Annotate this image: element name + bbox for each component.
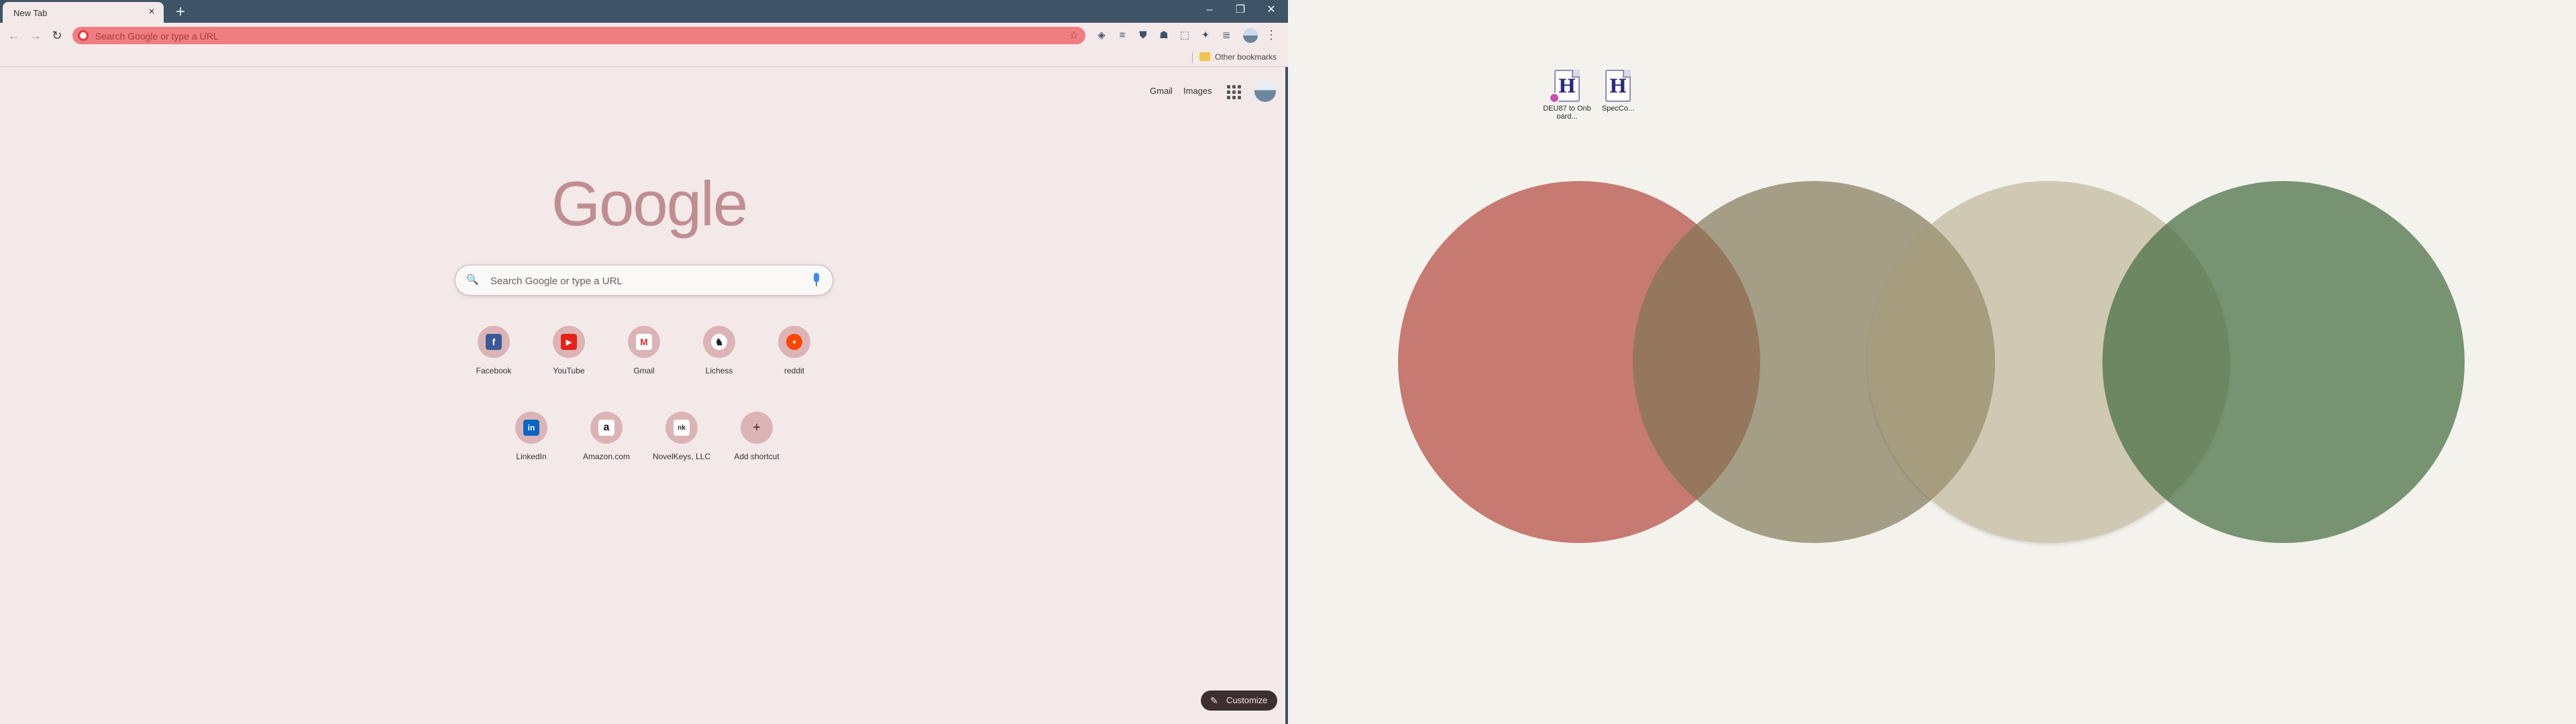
gmail-icon: M — [636, 334, 652, 350]
shortcut-amazon[interactable]: a Amazon.com — [569, 402, 644, 476]
shortcut-novelkeys[interactable]: nk NovelKeys, LLC — [644, 402, 719, 476]
extensions-puzzle-icon[interactable]: ✦ — [1197, 27, 1214, 44]
amazon-icon: a — [598, 420, 614, 436]
close-window-button[interactable]: ✕ — [1256, 0, 1287, 20]
facebook-icon: f — [486, 334, 502, 350]
ntp-search-placeholder: Search Google or type a URL — [490, 276, 623, 287]
extension-icon[interactable]: ≡ — [1114, 27, 1130, 44]
logo-letter: g — [666, 168, 702, 239]
customize-button[interactable]: ✎ Customize — [1201, 690, 1277, 711]
customize-label: Customize — [1226, 695, 1268, 705]
lichess-icon: ♞ — [711, 334, 727, 350]
address-bar-placeholder: Search Google or type a URL — [95, 31, 219, 42]
logo-letter: o — [633, 168, 667, 239]
desktop-file-label: SpecCo... — [1601, 105, 1635, 113]
shortcut-label: NovelKeys, LLC — [652, 452, 711, 461]
shortcut-tile: a — [590, 412, 623, 444]
google-apps-icon[interactable] — [1225, 83, 1241, 99]
maximize-button[interactable]: ❐ — [1225, 0, 1256, 20]
shortcut-tile: M — [628, 326, 660, 358]
shortcut-label: Lichess — [705, 366, 733, 375]
html-file-icon: H — [1549, 70, 1580, 103]
shortcut-tile: ♞ — [703, 326, 735, 358]
shortcut-facebook[interactable]: f Facebook — [456, 316, 531, 390]
shortcut-youtube[interactable]: ▶ YouTube — [531, 316, 606, 390]
google-g-icon — [78, 30, 89, 41]
shortcut-tile: + — [741, 412, 773, 444]
tab-title: New Tab — [13, 8, 48, 18]
desktop-file-icon[interactable]: H SpecCo... — [1594, 70, 1642, 113]
shortcut-lichess[interactable]: ♞ Lichess — [682, 316, 757, 390]
extension-icon[interactable]: ⬚ — [1177, 27, 1193, 44]
folder-icon — [1199, 52, 1210, 61]
shortcut-tile: nk — [665, 412, 698, 444]
address-bar[interactable]: Search Google or type a URL ☆ — [72, 27, 1085, 44]
shortcut-tile: f — [478, 326, 510, 358]
linkedin-icon: in — [523, 420, 539, 436]
wallpaper-circle-green — [2102, 181, 2465, 543]
shortcut-label: YouTube — [553, 366, 585, 375]
shortcut-tile: ▶ — [553, 326, 585, 358]
shortcut-linkedin[interactable]: in LinkedIn — [494, 402, 569, 476]
bookmarks-separator — [1192, 52, 1193, 63]
shortcut-label: Add shortcut — [734, 452, 780, 461]
other-bookmarks[interactable]: Other bookmarks — [1215, 52, 1277, 62]
forward-button[interactable]: → — [27, 27, 44, 44]
logo-letter: o — [599, 168, 634, 239]
search-icon: 🔍 — [466, 274, 479, 286]
logo-letter: G — [551, 168, 600, 239]
html-file-icon: H — [1605, 70, 1631, 102]
images-link[interactable]: Images — [1183, 86, 1212, 96]
bookmark-star-icon[interactable]: ☆ — [1069, 29, 1079, 42]
shortcut-reddit[interactable]: ● reddit — [757, 316, 832, 390]
reload-button[interactable]: ↻ — [48, 27, 66, 44]
new-tab-button[interactable]: + — [172, 3, 189, 21]
back-button[interactable]: ← — [5, 27, 23, 44]
logo-letter: l — [700, 168, 714, 239]
shortcut-label: Gmail — [633, 366, 655, 375]
desktop-file-label: DEU87 to Onboard... — [1543, 105, 1591, 121]
logo-letter: e — [712, 168, 748, 239]
shortcut-tile: ● — [778, 326, 810, 358]
add-shortcut-button[interactable]: + Add shortcut — [719, 402, 794, 476]
shortcut-label: Amazon.com — [582, 452, 631, 461]
extension-icon[interactable]: ◈ — [1093, 27, 1110, 44]
ntp-search-box[interactable]: 🔍 Search Google or type a URL — [455, 265, 833, 296]
tab-new-tab[interactable]: New Tab × — [3, 2, 164, 23]
novelkeys-icon: nk — [674, 420, 690, 436]
account-avatar[interactable] — [1254, 80, 1276, 102]
browser-menu-icon[interactable]: ⋮ — [1264, 27, 1279, 43]
pencil-icon: ✎ — [1210, 695, 1218, 706]
extension-icon[interactable]: ⛊ — [1135, 27, 1151, 44]
toolbar: ← → ↻ Search Google or type a URL ☆ ◈ ≡ … — [0, 23, 1288, 47]
microphone-icon[interactable] — [812, 273, 820, 288]
youtube-icon: ▶ — [561, 334, 577, 350]
google-logo: Google — [551, 168, 748, 240]
minimize-button[interactable]: – — [1194, 0, 1225, 20]
shortcut-gmail[interactable]: M Gmail — [606, 316, 682, 390]
plus-icon: + — [753, 420, 761, 435]
extension-icon[interactable]: ☗ — [1156, 27, 1172, 44]
shortcut-tile: in — [515, 412, 547, 444]
reddit-icon: ● — [786, 334, 802, 350]
shortcut-label: reddit — [784, 366, 805, 375]
shortcut-label: Facebook — [476, 366, 512, 375]
close-tab-icon[interactable]: × — [145, 5, 158, 19]
title-bar: New Tab × + – ❐ ✕ — [0, 0, 1288, 23]
shortcut-label: LinkedIn — [516, 452, 547, 461]
profile-avatar-icon[interactable] — [1243, 28, 1258, 43]
gmail-link[interactable]: Gmail — [1150, 86, 1173, 96]
browser-window: New Tab × + – ❐ ✕ ← → ↻ Search Google or… — [0, 0, 1288, 724]
desktop-file-icon[interactable]: H DEU87 to Onboard... — [1543, 70, 1591, 121]
reading-list-icon[interactable]: ≣ — [1218, 27, 1234, 44]
bookmarks-bar: Other bookmarks — [0, 47, 1288, 67]
